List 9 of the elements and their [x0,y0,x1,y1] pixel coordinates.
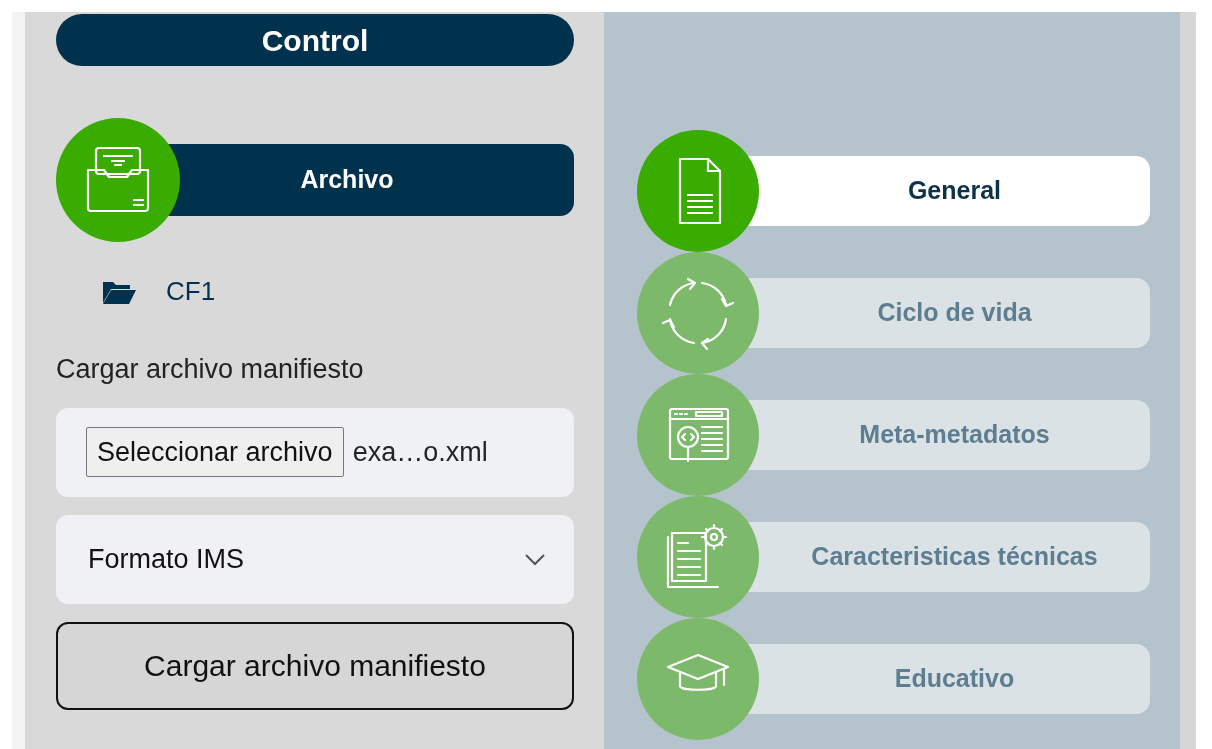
section-header[interactable]: Archivo [56,118,574,242]
folder-label[interactable]: CF1 [166,272,216,311]
category-tab[interactable]: General [636,130,1150,252]
file-input[interactable]: Seleccionar archivo exa…o.xml [56,407,574,497]
format-select[interactable]: Formato IMS [56,514,574,604]
field-label: Cargar archivo manifiesto [56,353,365,386]
chevron-down-icon [523,552,546,566]
upload-button[interactable]: Cargar archivo manifiesto [56,621,574,710]
control-header: Control [56,14,574,66]
